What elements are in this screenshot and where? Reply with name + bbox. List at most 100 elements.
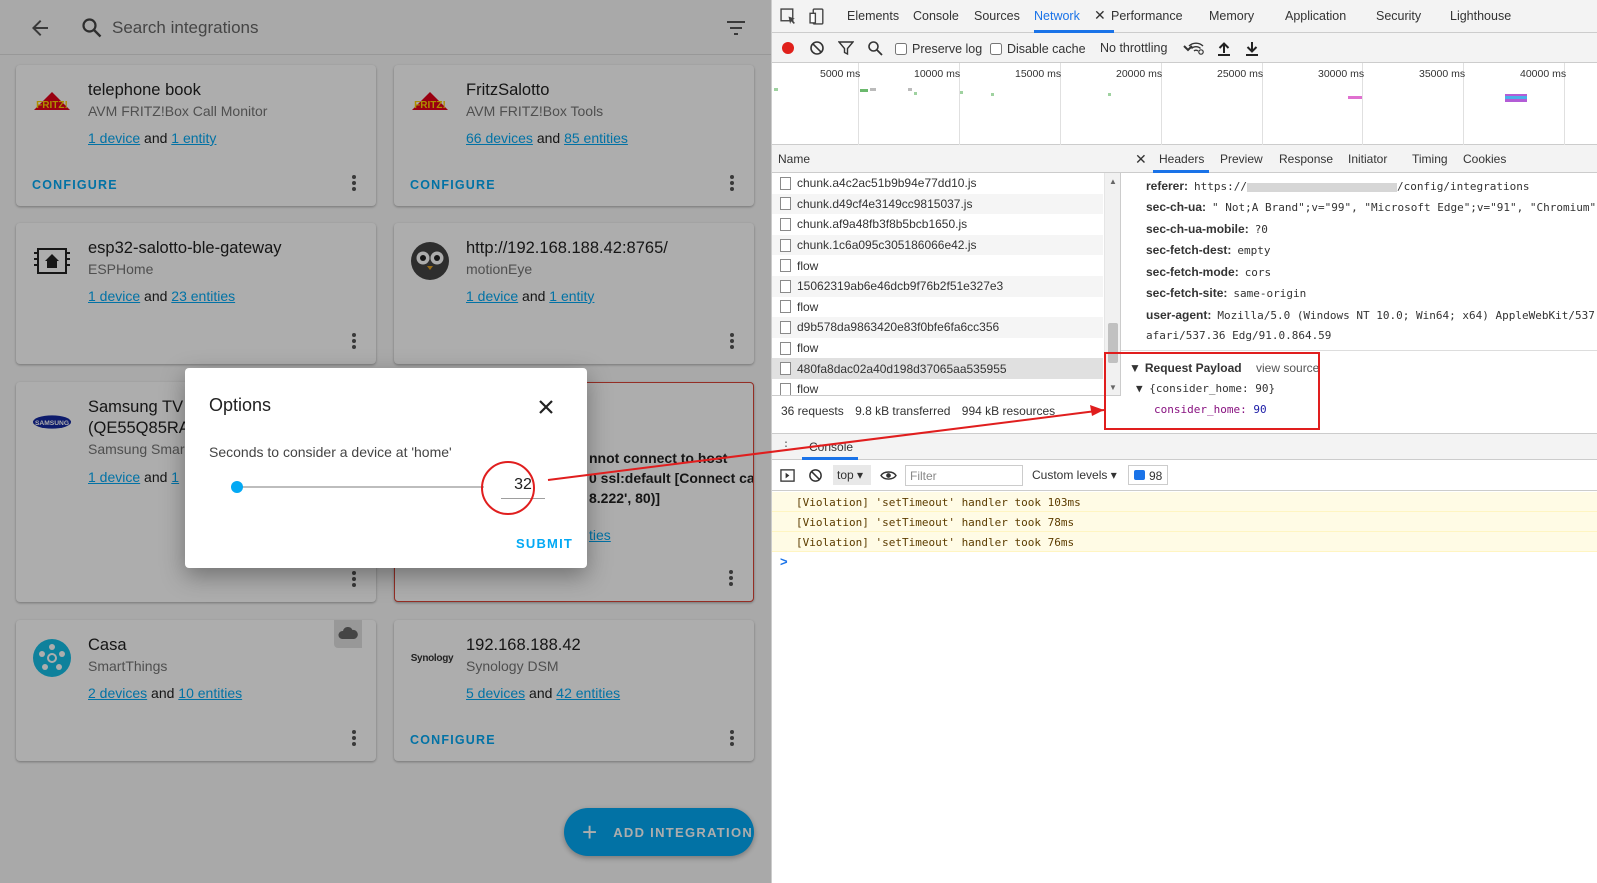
payload-object-toggle[interactable]: ▼ {consider_home: 90}	[1136, 382, 1275, 395]
consider-home-value-input[interactable]	[501, 471, 545, 499]
message-count-badge[interactable]: 98	[1128, 465, 1169, 485]
disable-cache-checkbox[interactable]: Disable cache	[990, 42, 1086, 56]
network-summary-bar: 36 requests 9.8 kB transferred 994 kB re…	[772, 395, 1121, 423]
header-name: referer:	[1146, 179, 1189, 193]
header-name: sec-fetch-site:	[1146, 286, 1228, 300]
redacted-host	[1247, 182, 1398, 192]
header-row-sec-fetch-dest: sec-fetch-dest: empty	[1146, 243, 1270, 257]
search-network-icon[interactable]	[867, 40, 883, 56]
tab-application[interactable]: Application	[1285, 9, 1346, 23]
tab-network[interactable]: Network	[1034, 9, 1080, 23]
request-list-scrollbar[interactable]: ▲ ▼	[1104, 173, 1120, 395]
record-icon[interactable]	[780, 40, 796, 56]
timeline-mark	[914, 92, 917, 95]
scroll-down-icon[interactable]: ▼	[1109, 383, 1117, 392]
header-name: sec-fetch-dest:	[1146, 243, 1232, 257]
drawer-tab-console[interactable]: Console	[809, 440, 853, 454]
sidebar-toggle-icon[interactable]	[780, 468, 795, 483]
console-filter-input[interactable]	[905, 465, 1023, 486]
import-har-icon[interactable]	[1216, 40, 1232, 56]
request-name: flow	[797, 258, 819, 273]
header-value-suffix: /config/integrations	[1397, 180, 1530, 193]
console-warning: [Violation] 'setTimeout' handler took 10…	[772, 492, 1597, 512]
tab-security[interactable]: Security	[1376, 9, 1421, 23]
devtools-panel: Elements Console Sources Network ✕ Perfo…	[771, 0, 1597, 883]
throttling-select[interactable]: No throttling	[1096, 38, 1196, 58]
consider-home-slider-track[interactable]	[232, 486, 484, 488]
tab-cookies[interactable]: Cookies	[1463, 152, 1506, 166]
submit-button[interactable]: SUBMIT	[516, 536, 573, 551]
tab-preview[interactable]: Preview	[1220, 152, 1263, 166]
tab-memory[interactable]: Memory	[1209, 9, 1254, 23]
network-conditions-icon[interactable]	[1188, 40, 1204, 56]
header-name: sec-ch-ua:	[1146, 200, 1207, 214]
request-name: 15062319ab6e46dcb9f76b2f51e327e3	[797, 279, 1004, 294]
filter-funnel-icon[interactable]	[838, 40, 854, 56]
request-name: 480fa8dac02a40d198d37065aa535955	[797, 361, 1007, 376]
drawer-menu-icon[interactable]: ⋮	[780, 439, 792, 453]
close-icon[interactable]	[534, 395, 558, 419]
timeline-label-15000: 15000 ms	[1015, 68, 1062, 80]
disable-cache-label: Disable cache	[1007, 42, 1086, 56]
request-row[interactable]: chunk.1c6a095c305186066e42.js	[772, 234, 1103, 256]
file-icon	[780, 197, 791, 211]
scroll-up-icon[interactable]: ▲	[1109, 177, 1117, 186]
preserve-log-checkbox[interactable]: Preserve log	[895, 42, 982, 56]
close-detail-icon[interactable]: ✕	[1135, 151, 1147, 168]
transferred-size: 9.8 kB transferred	[855, 404, 951, 418]
inspect-element-icon[interactable]	[780, 8, 797, 25]
request-row[interactable]: chunk.d49cf4e3149cc9815037.js	[772, 193, 1103, 215]
timeline-label-40000: 40000 ms	[1520, 68, 1567, 80]
tab-lighthouse[interactable]: Lighthouse	[1450, 9, 1511, 23]
tab-console[interactable]: Console	[913, 9, 959, 23]
tab-sources[interactable]: Sources	[974, 9, 1020, 23]
request-name: chunk.a4c2ac51b9b94e77dd10.js	[797, 176, 977, 191]
tab-performance[interactable]: Performance	[1111, 9, 1183, 23]
scrollbar-thumb[interactable]	[1108, 323, 1118, 363]
tab-initiator[interactable]: Initiator	[1348, 152, 1387, 166]
timeline-label-20000: 20000 ms	[1116, 68, 1163, 80]
console-prompt[interactable]: >	[780, 554, 788, 569]
request-row[interactable]: chunk.af9a48fb3f8b5bcb1650.js	[772, 214, 1103, 235]
request-row[interactable]: flow	[772, 338, 1103, 359]
tab-headers[interactable]: Headers	[1159, 152, 1204, 166]
context-select[interactable]: top ▾	[833, 465, 871, 485]
message-bubble-icon	[1134, 470, 1145, 480]
request-name: flow	[797, 341, 819, 356]
dropdown-arrow-icon: ▾	[1110, 468, 1117, 482]
tab-timing[interactable]: Timing	[1412, 152, 1448, 166]
request-row[interactable]: flow	[772, 255, 1103, 276]
export-har-icon[interactable]	[1244, 40, 1260, 56]
file-icon	[780, 217, 791, 231]
file-icon	[780, 320, 791, 334]
request-row[interactable]: 15062319ab6e46dcb9f76b2f51e327e3	[772, 275, 1103, 297]
preserve-log-input[interactable]	[895, 43, 907, 55]
preserve-log-label: Preserve log	[912, 42, 983, 56]
device-toolbar-icon[interactable]	[809, 8, 826, 25]
request-row[interactable]: flow	[772, 297, 1103, 318]
view-source-link[interactable]: view source	[1256, 361, 1319, 375]
request-payload-heading[interactable]: ▼ Request Payload	[1129, 361, 1242, 375]
log-levels-dropdown[interactable]: Custom levels ▾	[1032, 468, 1117, 482]
close-tab-icon[interactable]: ✕	[1094, 7, 1106, 24]
clear-icon[interactable]	[809, 40, 825, 56]
request-name: chunk.d49cf4e3149cc9815037.js	[797, 196, 973, 211]
network-timeline-overview[interactable]: 5000 ms 10000 ms 15000 ms 20000 ms 25000…	[772, 63, 1597, 145]
request-payload-label: Request Payload	[1144, 361, 1242, 375]
timeline-mark	[860, 89, 868, 92]
disable-cache-input[interactable]	[990, 43, 1002, 55]
timeline-mark	[908, 88, 912, 91]
request-count: 36 requests	[781, 404, 844, 418]
tab-response[interactable]: Response	[1279, 152, 1333, 166]
header-value: ?0	[1254, 223, 1268, 236]
request-row[interactable]: chunk.a4c2ac51b9b94e77dd10.js	[772, 173, 1103, 194]
header-name: user-agent:	[1146, 308, 1212, 322]
network-toolbar: Preserve log Disable cache No throttling	[772, 33, 1597, 63]
name-column-header[interactable]: Name	[778, 152, 810, 166]
request-row[interactable]: d9b578da9863420e83f0bfe6fa6cc356	[772, 317, 1103, 338]
request-row[interactable]: 480fa8dac02a40d198d37065aa535955	[772, 358, 1103, 379]
tab-elements[interactable]: Elements	[847, 9, 899, 23]
eye-icon[interactable]	[880, 468, 897, 483]
clear-console-icon[interactable]	[808, 468, 823, 483]
consider-home-slider-thumb[interactable]	[231, 481, 244, 493]
